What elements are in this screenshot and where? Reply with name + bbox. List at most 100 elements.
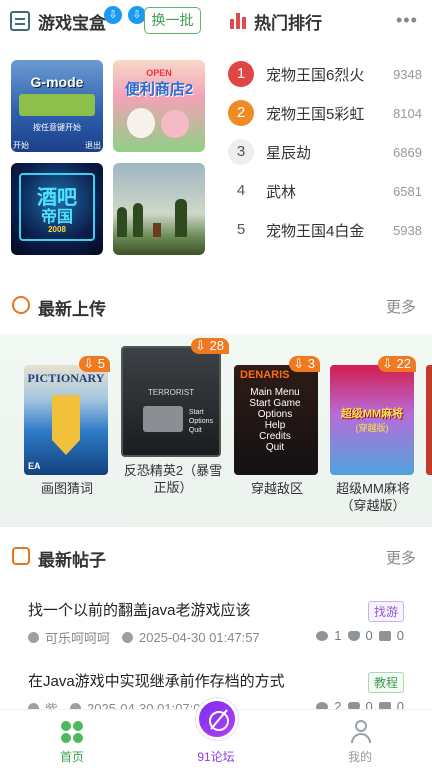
tile-art (127, 108, 155, 138)
tile-tree (175, 199, 187, 237)
rank-score: 6869 (393, 144, 422, 160)
cover-menu: Main Menu Start Game Options Help Credit… (249, 387, 301, 453)
download-count: 5 (97, 356, 105, 371)
upload-card[interactable]: 超级MM麻将 (穿越版) ⇩ 22 超级MM麻将（穿越版） (330, 356, 416, 514)
download-badge-icon[interactable]: ⇩ (104, 6, 122, 24)
nav-me[interactable]: 我的 (310, 710, 410, 768)
tile-tree (117, 207, 127, 237)
bottom-nav: 首页 91论坛 我的 (0, 698, 432, 768)
rank-score: 6581 (393, 183, 422, 199)
post-tag[interactable]: 教程 (367, 672, 404, 693)
game-cover: PICTIONARY EA (24, 365, 108, 475)
ranking-item[interactable]: 4 武林 6581 (228, 176, 428, 206)
cover-title: 超级MM麻将 (340, 408, 404, 420)
download-count: 28 (209, 338, 224, 353)
rank-number: 1 (228, 61, 254, 87)
game-tile-convenience-store[interactable]: OPEN 便利商店2 (113, 60, 205, 152)
rank-game-name: 宠物王国6烈火 (266, 66, 365, 84)
comment-count: 0 (396, 628, 404, 643)
download-count: 22 (396, 356, 411, 371)
game-box-header: 游戏宝盒 (10, 6, 106, 36)
upload-card[interactable]: TERRORIST Start Options Quit ⇩ 28 反恐精英2（… (121, 338, 229, 496)
bar-chart-icon (230, 13, 246, 29)
post-time: 2025-04-30 01:47:57 (139, 630, 260, 645)
download-count-badge: ⇩ 3 (289, 356, 320, 372)
upload-card[interactable]: DENARIS Main Menu Start Game Options Hel… (234, 356, 320, 497)
ranking-item[interactable]: 2 宠物王国5彩虹 8104 (228, 98, 428, 128)
ranking-item[interactable]: 3 星辰劫 6869 (228, 137, 428, 167)
game-box-icon (10, 11, 30, 31)
post-tag[interactable]: 找游 (367, 601, 404, 622)
chat-icon (12, 547, 30, 565)
tile-year: 2008 (48, 225, 66, 234)
game-tile-shooter[interactable] (113, 163, 205, 255)
user-profile-icon (351, 720, 371, 744)
post-author[interactable]: 可乐呵呵呵 (45, 628, 110, 647)
rank-score: 9348 (393, 66, 422, 82)
tile-title: 便利商店2 (124, 81, 194, 98)
posts-more-link[interactable]: 更多 (386, 547, 416, 568)
rank-number: 3 (228, 139, 254, 165)
tile-right-caption: 退出 (85, 141, 101, 150)
game-cover: TERRORIST Start Options Quit (121, 346, 221, 457)
ranking-header: 热门排行 (230, 6, 322, 36)
rank-game-name: 宠物王国5彩虹 (266, 105, 365, 123)
rank-score: 8104 (393, 105, 422, 121)
comment-icon[interactable] (378, 630, 391, 641)
nav-me-label: 我的 (347, 750, 372, 764)
download-count-badge: ⇩ 22 (378, 356, 416, 372)
user-icon (28, 632, 39, 643)
cover-publisher: EA (28, 461, 41, 471)
game-title: 反恐精英2（暴雪正版） (123, 463, 223, 495)
cover-title: TERRORIST (147, 388, 195, 397)
post-stats: 1 0 0 (316, 628, 404, 643)
more-dots-icon[interactable]: ••• (396, 10, 418, 31)
post-item[interactable]: 找一个以前的翻盖java老游戏应该 找游 可乐呵呵呵 2025-04-30 01… (28, 599, 408, 659)
rank-game-name: 宠物王国4白金 (266, 222, 365, 240)
game-title: 穿越敌区 (250, 481, 303, 496)
next-card-peek[interactable] (426, 365, 432, 475)
nav-home[interactable]: 首页 (22, 710, 122, 768)
ranking-title: 热门排行 (254, 13, 322, 33)
cover-menu: Start Options Quit (188, 409, 213, 434)
pencil-art (52, 395, 80, 455)
swap-batch-button[interactable]: 换一批 (144, 7, 201, 34)
tile-tree (133, 203, 143, 237)
post-title: 找一个以前的翻盖java老游戏应该 (28, 602, 251, 619)
top-panel: 游戏宝盒 ⇩ ⇩ 换一批 G-mode 按任意键开始 开始 退出 OPEN 便利… (0, 0, 432, 270)
rank-game-name: 武林 (266, 183, 297, 201)
rank-score: 5938 (393, 222, 422, 238)
game-tile-bar-empire[interactable]: 酒吧 帝国 2008 (11, 163, 103, 255)
nav-home-label: 首页 (59, 750, 84, 764)
like-count: 0 (365, 628, 373, 643)
tile-tag: OPEN (146, 68, 172, 78)
uploads-more-link[interactable]: 更多 (386, 296, 416, 317)
download-count: 3 (307, 356, 315, 371)
tile-art (161, 110, 189, 138)
tile-left-caption: 开始 (13, 141, 29, 150)
cover-title: PICTIONARY (27, 371, 105, 385)
rank-game-name: 星辰劫 (266, 144, 312, 162)
game-tile-gmode[interactable]: G-mode 按任意键开始 开始 退出 (11, 60, 103, 152)
download-count-badge: ⇩ 5 (79, 356, 110, 372)
ranking-item[interactable]: 1 宠物王国6烈火 9348 (228, 59, 428, 89)
upload-card[interactable]: PICTIONARY EA ⇩ 5 画图猜词 (24, 356, 110, 497)
view-count: 1 (334, 628, 342, 643)
uploads-title: 最新上传 (38, 300, 106, 319)
rank-number: 4 (236, 182, 246, 199)
game-cover: DENARIS Main Menu Start Game Options Hel… (234, 365, 318, 475)
post-title: 在Java游戏中实现继承前作存档的方式 (28, 673, 285, 690)
cover-title: DENARIS (240, 369, 290, 381)
posts-header: 最新帖子 更多 (0, 541, 432, 571)
nav-forum[interactable]: 91论坛 (166, 710, 266, 768)
download-count-badge: ⇩ 28 (191, 338, 229, 354)
rank-number: 2 (228, 100, 254, 126)
cover-art (143, 406, 183, 432)
ranking-item[interactable]: 5 宠物王国4白金 5938 (228, 215, 428, 245)
tile-subtitle: 帝国 (40, 209, 73, 226)
post-meta: 可乐呵呵呵 2025-04-30 01:47:57 (28, 628, 260, 647)
heart-icon[interactable] (347, 630, 360, 641)
posts-title: 最新帖子 (38, 551, 106, 570)
rank-number: 5 (236, 221, 246, 238)
eye-icon (316, 630, 329, 641)
